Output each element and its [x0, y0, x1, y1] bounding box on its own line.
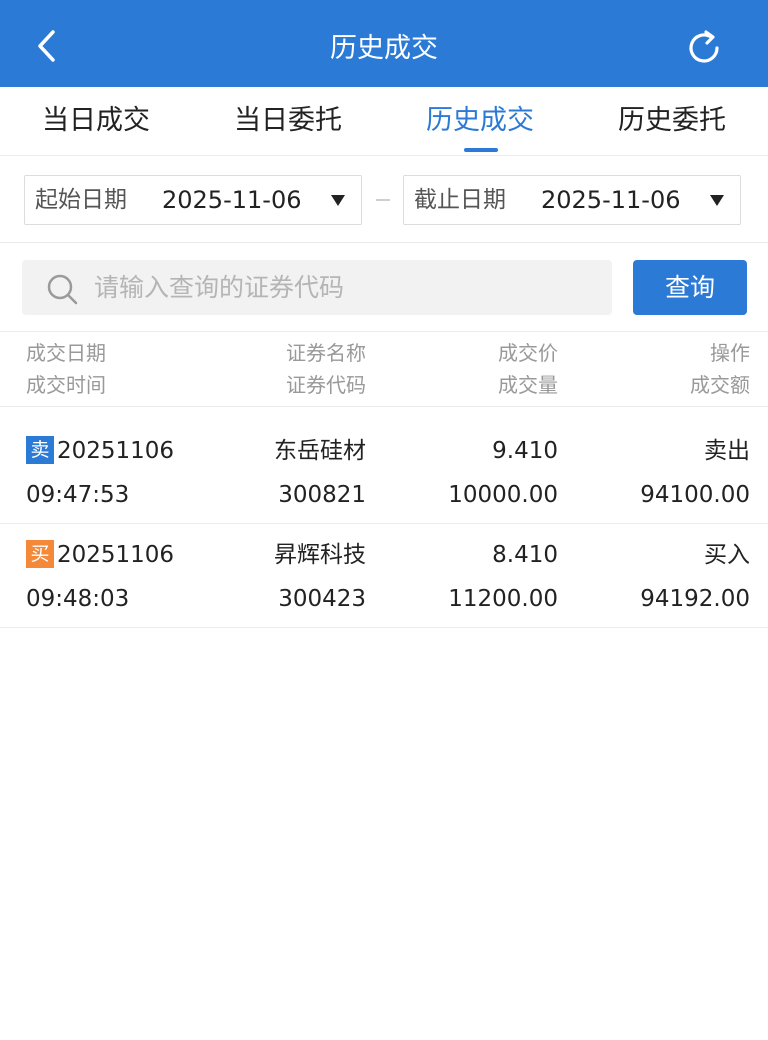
- end-date-select[interactable]: 截止日期 2025-11-06: [403, 175, 741, 225]
- col-security-code-header: 证券代码: [286, 373, 366, 397]
- dropdown-arrow-icon: [331, 195, 345, 206]
- end-date-value: 2025-11-06: [541, 186, 681, 214]
- tab-today-orders[interactable]: 当日委托: [192, 87, 384, 156]
- search-input[interactable]: [94, 260, 594, 315]
- query-button[interactable]: 查询: [633, 260, 747, 315]
- trade-row[interactable]: 卖 20251106 09:47:53 东岳硅材 300821 9.410 10…: [0, 420, 768, 524]
- trade-time: 09:47:53: [26, 482, 130, 508]
- security-name: 东岳硅材: [274, 438, 366, 464]
- tab-today-trades[interactable]: 当日成交: [0, 87, 192, 156]
- col-action-header: 操作: [710, 341, 750, 365]
- search-icon: [47, 274, 78, 305]
- search-box: [22, 260, 612, 315]
- dropdown-arrow-icon: [710, 195, 724, 206]
- buy-badge: 买: [26, 540, 54, 568]
- col-price-header: 成交价: [498, 341, 558, 365]
- search-row: 查询: [0, 244, 768, 332]
- trade-row[interactable]: 买 20251106 09:48:03 昇辉科技 300423 8.410 11…: [0, 524, 768, 628]
- trade-amount: 94192.00: [640, 586, 750, 612]
- tab-label: 当日委托: [234, 105, 342, 136]
- security-code: 300821: [278, 482, 366, 508]
- active-tab-indicator: [464, 148, 498, 152]
- start-date-label: 起始日期: [35, 187, 127, 213]
- sell-badge: 卖: [26, 436, 54, 464]
- column-header: 成交日期 成交时间 证券名称 证券代码 成交价 成交量 操作 成交额: [0, 333, 768, 407]
- end-date-label: 截止日期: [414, 187, 506, 213]
- date-filter-bar: 起始日期 2025-11-06 截止日期 2025-11-06: [0, 157, 768, 243]
- trade-amount: 94100.00: [640, 482, 750, 508]
- trade-action: 卖出: [704, 438, 750, 464]
- refresh-button[interactable]: [680, 24, 728, 72]
- trade-date: 20251106: [57, 438, 175, 464]
- col-trade-time-header: 成交时间: [26, 373, 106, 397]
- trade-date: 20251106: [57, 542, 175, 568]
- col-amount-header: 成交额: [690, 373, 750, 397]
- col-volume-header: 成交量: [498, 373, 558, 397]
- col-security-name-header: 证券名称: [286, 341, 366, 365]
- start-date-select[interactable]: 起始日期 2025-11-06: [24, 175, 362, 225]
- page-title: 历史成交: [330, 33, 438, 64]
- start-date-value: 2025-11-06: [162, 186, 302, 214]
- tab-label: 历史成交: [426, 105, 534, 136]
- date-range-separator: [376, 199, 390, 201]
- tab-label: 历史委托: [618, 105, 726, 136]
- trade-time: 09:48:03: [26, 586, 130, 612]
- security-name: 昇辉科技: [274, 542, 366, 568]
- security-code: 300423: [278, 586, 366, 612]
- tab-history-orders[interactable]: 历史委托: [576, 87, 768, 156]
- tab-history-trades[interactable]: 历史成交: [384, 87, 576, 156]
- col-trade-date-header: 成交日期: [26, 341, 106, 365]
- trade-price: 9.410: [492, 438, 558, 464]
- trade-volume: 10000.00: [448, 482, 558, 508]
- app-header: 历史成交: [0, 0, 768, 87]
- tab-bar: 当日成交 当日委托 历史成交 历史委托: [0, 87, 768, 156]
- trade-action: 买入: [704, 542, 750, 568]
- trade-volume: 11200.00: [448, 586, 558, 612]
- tab-label: 当日成交: [42, 105, 150, 136]
- trade-price: 8.410: [492, 542, 558, 568]
- refresh-icon: [689, 30, 719, 63]
